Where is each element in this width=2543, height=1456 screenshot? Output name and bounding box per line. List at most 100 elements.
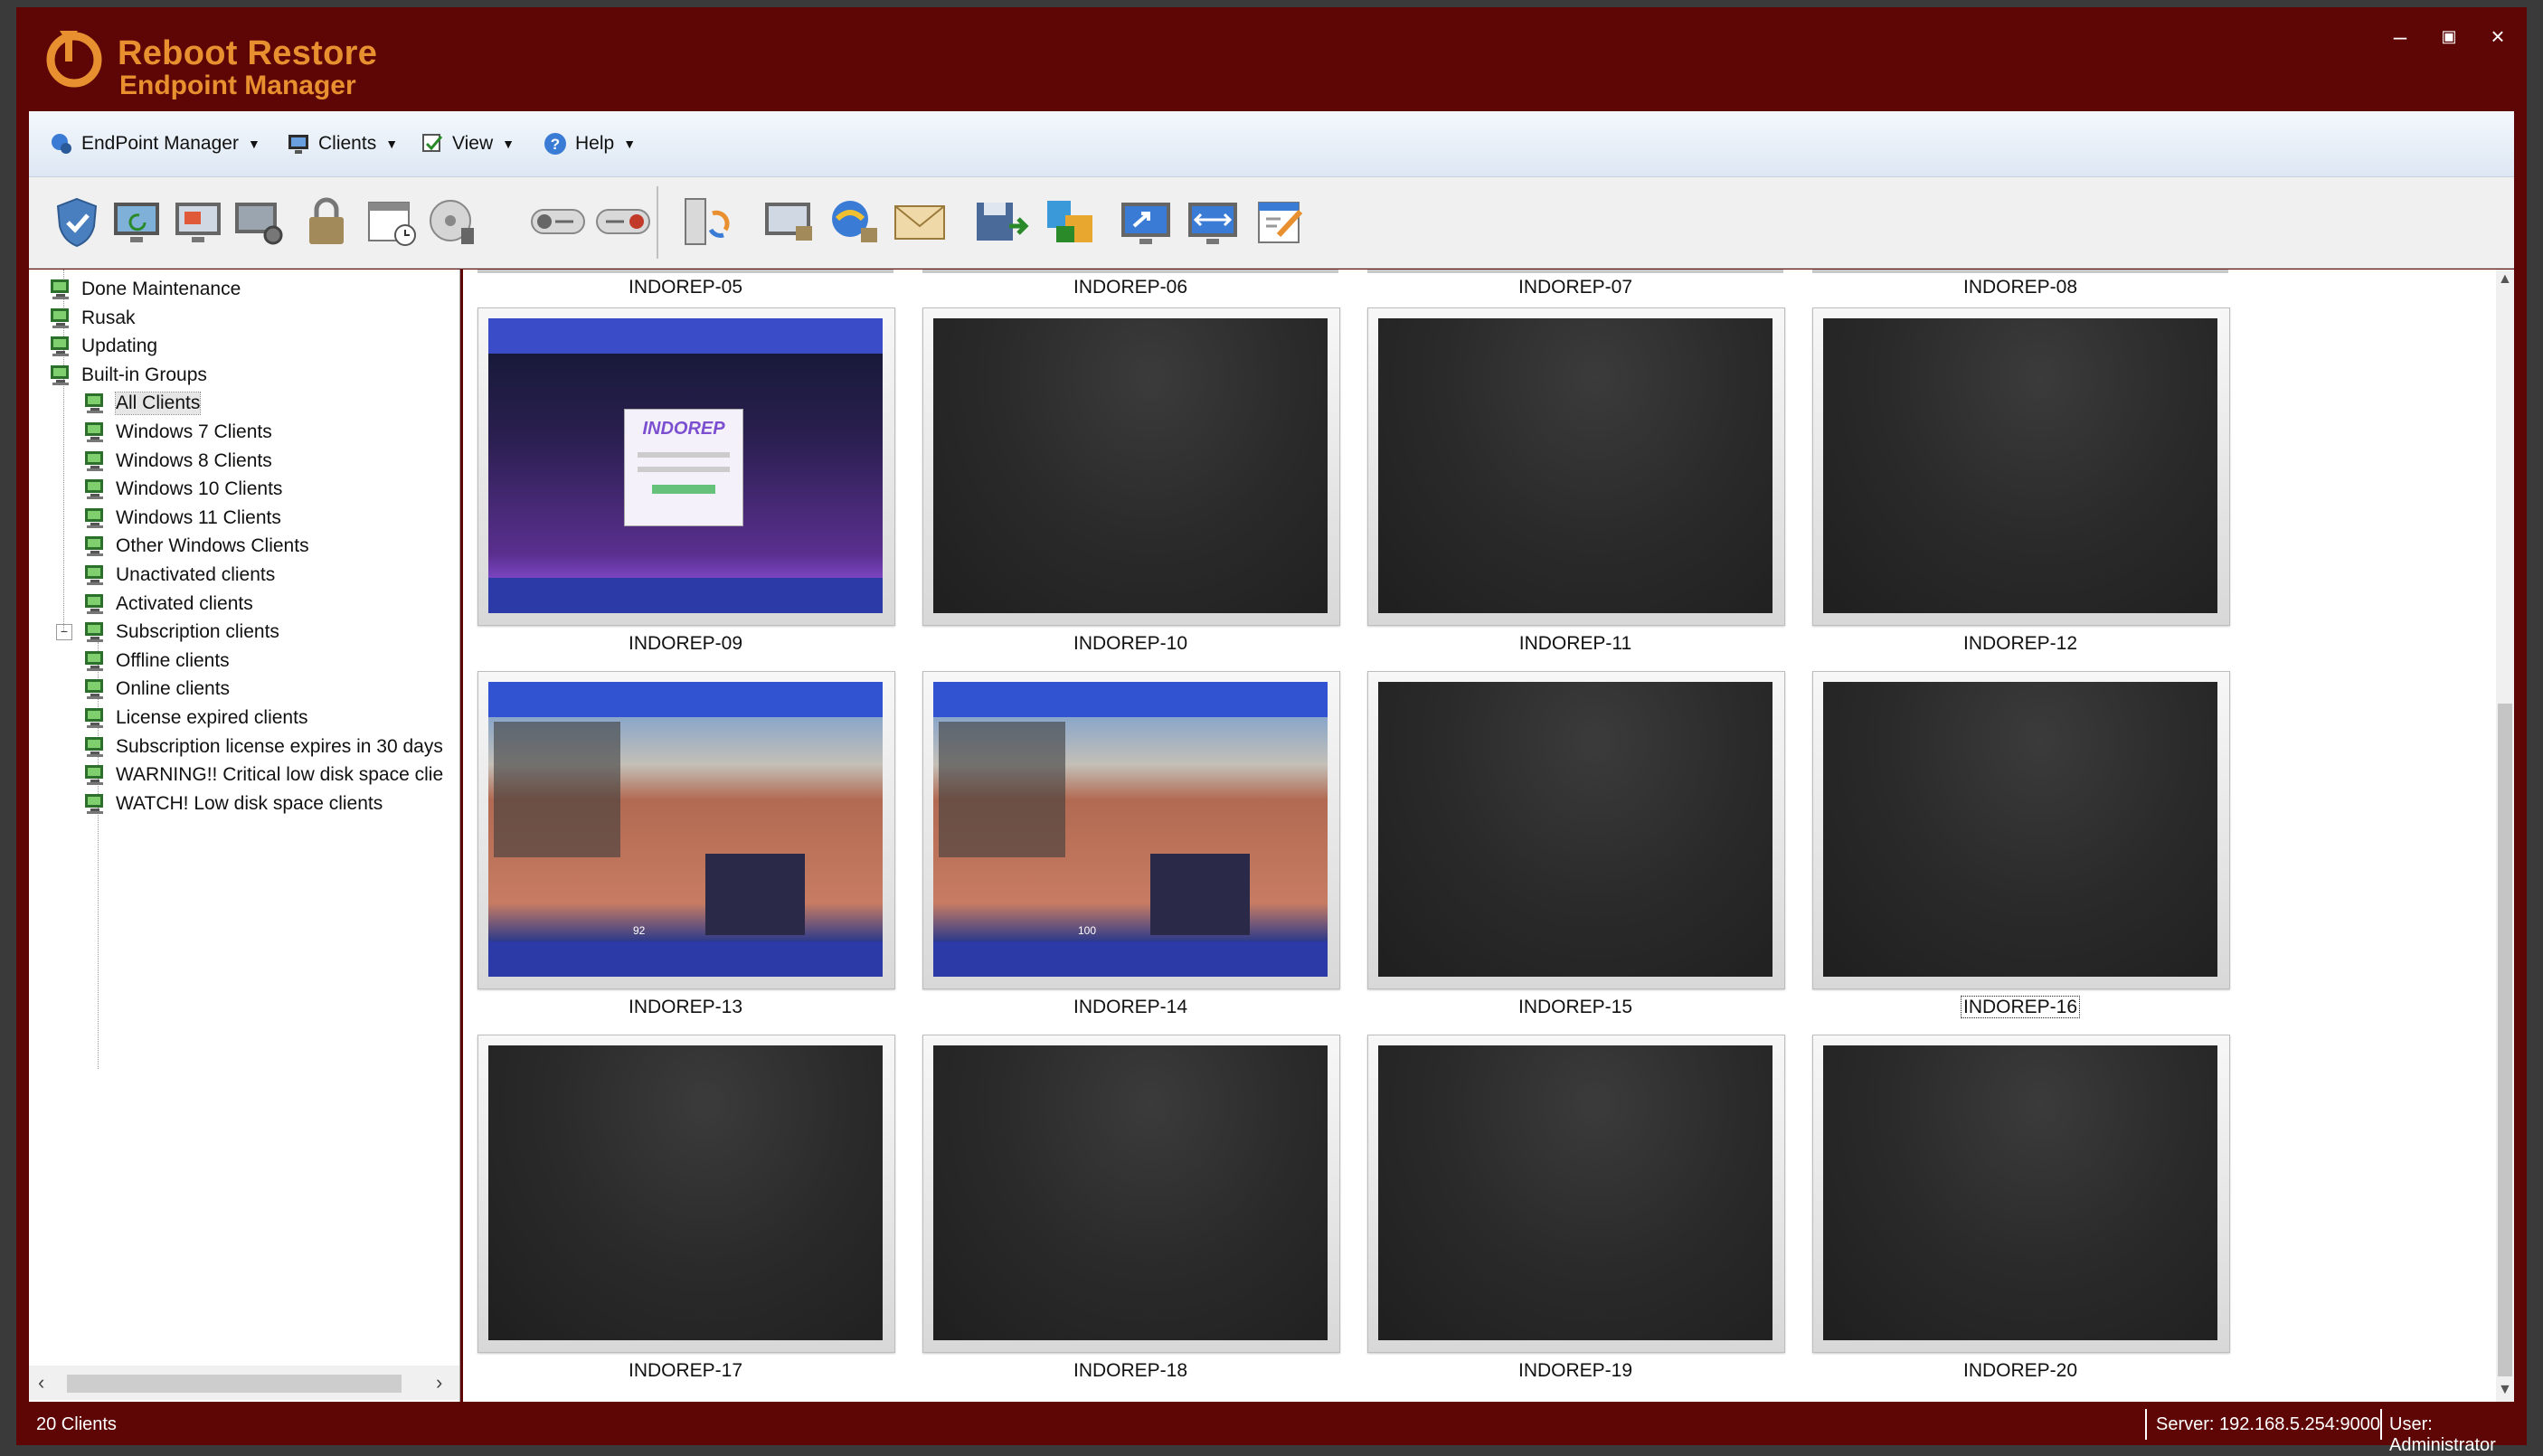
client-settings-icon	[235, 203, 283, 245]
tree-item[interactable]: All Clients	[81, 390, 202, 417]
collapse-toggle-icon[interactable]: −	[56, 624, 72, 640]
deploy-tool-button[interactable]	[1038, 190, 1105, 253]
share-screen-tool-button[interactable]	[1112, 190, 1179, 253]
client-card[interactable]	[1812, 307, 2230, 626]
client-name-label[interactable]: INDOREP-15	[1367, 997, 1783, 1018]
schedule-tool-button[interactable]	[358, 190, 425, 253]
endpoint-manager-icon	[52, 134, 71, 154]
client-card[interactable]	[477, 1035, 895, 1353]
client-name-label[interactable]: INDOREP-12	[1812, 633, 2228, 655]
client-group-icon	[85, 765, 103, 786]
tree-item[interactable]: License expired clients	[81, 704, 307, 732]
client-name-label[interactable]: INDOREP-19	[1367, 1360, 1783, 1382]
client-card[interactable]	[922, 1035, 1340, 1353]
tasks-tool-button[interactable]	[1248, 190, 1315, 253]
client-card[interactable]	[1367, 307, 1785, 626]
minimize-button[interactable]: –	[2380, 20, 2420, 52]
lock-tool-button[interactable]	[293, 190, 360, 253]
client-name: INDOREP-17	[628, 1360, 743, 1381]
client-settings-tool-button[interactable]	[226, 190, 293, 253]
client-name-label[interactable]: INDOREP-09	[477, 633, 893, 655]
client-card[interactable]: 100	[922, 671, 1340, 989]
tree-item[interactable]: Rusak	[47, 305, 136, 332]
tree-horizontal-scrollbar[interactable]: ‹ ›	[29, 1366, 459, 1400]
tree-item[interactable]: Windows 11 Clients	[81, 505, 281, 532]
client-screen-thumbnail	[1823, 318, 2217, 613]
client-card[interactable]: 92	[477, 671, 895, 989]
scroll-down-icon[interactable]: ▼	[2498, 1382, 2512, 1398]
maximize-button[interactable]: ▣	[2429, 20, 2469, 52]
scrollbar-thumb[interactable]	[67, 1375, 402, 1393]
client-card[interactable]	[1367, 671, 1785, 989]
app-window: Reboot Restore Endpoint Manager – ▣ × En…	[16, 7, 2527, 1455]
client-group-icon	[85, 793, 103, 814]
tree-item[interactable]: WARNING!! Critical low disk space clie	[81, 761, 443, 789]
tree-item[interactable]: Subscription clients	[81, 619, 279, 646]
client-name-label[interactable]: INDOREP-16	[1812, 996, 2228, 1018]
client-name-label[interactable]: INDOREP-10	[922, 633, 1338, 655]
tree-item[interactable]: Subscription license expires in 30 days	[81, 733, 443, 761]
menu-label: Clients	[318, 133, 377, 154]
monitor-lock-tool-button[interactable]	[756, 190, 823, 253]
restore-screen-tool-button[interactable]	[103, 190, 170, 253]
remote-desktop-icon	[175, 203, 221, 242]
scroll-right-icon[interactable]: ›	[436, 1371, 442, 1395]
scrollbar-thumb[interactable]	[2498, 704, 2512, 1376]
server-address: Server: 192.168.5.254:9000	[2156, 1414, 2380, 1434]
tree-item[interactable]: Done Maintenance	[47, 276, 241, 303]
tree-item-label: Built-in Groups	[81, 364, 207, 385]
save-export-tool-button[interactable]	[968, 190, 1035, 253]
deploy-icon	[1047, 201, 1092, 242]
client-name-label[interactable]: INDOREP-11	[1367, 633, 1783, 655]
tree-item[interactable]: Other Windows Clients	[81, 533, 309, 560]
client-name-label[interactable]: INDOREP-18	[922, 1360, 1338, 1382]
lock-icon	[309, 197, 344, 244]
tree-item[interactable]: Windows 8 Clients	[81, 448, 272, 475]
client-card[interactable]	[922, 307, 1340, 626]
tree-item[interactable]: WATCH! Low disk space clients	[81, 790, 383, 818]
client-group-icon	[85, 393, 103, 414]
reboot-restore-logo-icon	[46, 31, 102, 88]
tree-item[interactable]: Windows 7 Clients	[81, 419, 272, 446]
menu-clients[interactable]: Clients ▼	[286, 128, 398, 160]
toggle-off-tool-button[interactable]	[525, 190, 591, 253]
menu-help[interactable]: ? Help ▼	[543, 128, 636, 160]
client-card-edge	[922, 269, 1338, 273]
internet-lock-tool-button[interactable]	[821, 190, 888, 253]
client-thumbnail-grid: INDOREP-05 INDOREP-06 INDOREP-07 INDOREP-08…	[463, 269, 2514, 1402]
grid-vertical-scrollbar[interactable]: ▲ ▼	[2496, 269, 2514, 1402]
protect-shield-tool-button[interactable]	[43, 190, 110, 253]
client-card[interactable]	[1812, 671, 2230, 989]
remote-desktop-tool-button[interactable]	[165, 190, 232, 253]
menu-endpoint-manager[interactable]: EndPoint Manager ▼	[49, 128, 260, 160]
send-message-tool-button[interactable]	[886, 190, 953, 253]
update-client-tool-button[interactable]	[673, 190, 740, 253]
tree-item[interactable]: Online clients	[81, 676, 230, 703]
close-button[interactable]: ×	[2478, 20, 2518, 52]
tree-item[interactable]: Updating	[47, 333, 157, 360]
client-card[interactable]	[1367, 1035, 1785, 1353]
menu-view[interactable]: View ▼	[420, 128, 515, 160]
client-name-label[interactable]: INDOREP-17	[477, 1360, 893, 1382]
scroll-left-icon[interactable]: ‹	[38, 1371, 44, 1395]
scroll-up-icon[interactable]: ▲	[2498, 271, 2512, 288]
client-name-label[interactable]: INDOREP-13	[477, 997, 893, 1018]
client-name-label[interactable]: INDOREP-14	[922, 997, 1338, 1018]
chevron-down-icon: ▼	[385, 137, 399, 151]
tree-item[interactable]: Offline clients	[81, 648, 230, 675]
svg-text:?: ?	[551, 136, 560, 153]
chevron-down-icon: ▼	[502, 137, 515, 151]
toggle-on-tool-button[interactable]	[590, 190, 657, 253]
client-card-edge	[1812, 269, 2228, 273]
tree-item[interactable]: Unactivated clients	[81, 562, 275, 589]
client-name-label[interactable]: INDOREP-20	[1812, 1360, 2228, 1382]
tree-item[interactable]: Activated clients	[81, 591, 253, 618]
disk-cleanup-tool-button[interactable]	[420, 190, 487, 253]
client-name-label: INDOREP-05	[628, 277, 743, 298]
client-card[interactable]	[1812, 1035, 2230, 1353]
client-card[interactable]: INDOREP	[477, 307, 895, 626]
tree-item[interactable]: Windows 10 Clients	[81, 476, 282, 503]
tree-item[interactable]: Built-in Groups	[47, 362, 207, 389]
resize-tool-button[interactable]	[1179, 190, 1246, 253]
client-name-label: INDOREP-06	[1073, 277, 1188, 298]
